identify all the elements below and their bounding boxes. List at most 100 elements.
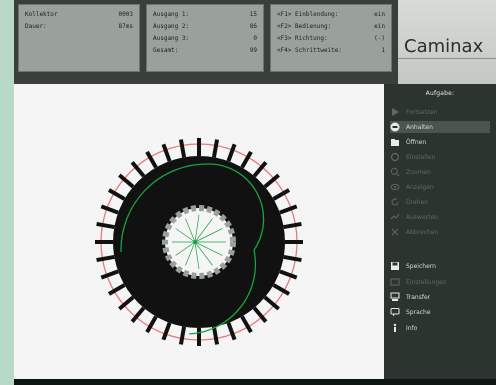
f1-label: <F1> Einblendung: <box>277 11 339 18</box>
total-label: Gesamt: <box>153 47 179 54</box>
collector-value: 0003 <box>118 11 133 18</box>
sidebar-item-label: Auswerten <box>406 213 438 221</box>
status-row: Ausgang 3: 0 <box>153 33 257 45</box>
sidebar-item-fortsetzen: Fortsetzen <box>390 106 490 118</box>
status-panel-functions: <F1> Einblendung: ein <F2> Bedienung: ei… <box>270 4 392 72</box>
duration-value: 87ms <box>118 23 133 30</box>
header-bar: Kollektor 0003 Dauer: 87ms Ausgang 1: 15… <box>14 0 496 84</box>
bottom-status-bar <box>14 379 496 385</box>
sidebar-item-transfer[interactable]: Transfer <box>390 291 490 303</box>
stop-icon <box>390 122 400 132</box>
status-row: Dauer: 87ms <box>25 21 133 33</box>
sidebar-item-einstellungen: Einstellungen <box>390 276 490 288</box>
gear-tooth <box>283 254 302 263</box>
gear-tooth <box>226 322 237 341</box>
total-value: 99 <box>249 47 257 54</box>
gear-tooth <box>161 143 172 162</box>
inspection-canvas[interactable] <box>14 84 384 385</box>
gear-tooth <box>96 221 115 230</box>
sidebar-item-label: Öffnen <box>406 138 427 146</box>
evaluate-icon <box>390 212 400 222</box>
collector-gear-graphic <box>95 138 303 346</box>
function-row: <F2> Bedienung: ein <box>277 21 385 33</box>
sidebar-item-label: Anhalten <box>406 123 433 131</box>
duration-label: Dauer: <box>25 23 47 30</box>
output1-value: 15 <box>249 11 257 18</box>
function-row: <F3> Richtung: (-) <box>277 33 385 45</box>
sidebar-item-einstellen: Einstellen <box>390 151 490 163</box>
view-icon <box>390 182 400 192</box>
status-row: Kollektor 0003 <box>25 9 133 21</box>
f2-label: <F2> Bedienung: <box>277 23 332 30</box>
app-window: Kollektor 0003 Dauer: 87ms Ausgang 1: 15… <box>14 0 496 385</box>
info-icon <box>390 323 400 333</box>
gear-tooth <box>279 204 298 215</box>
f4-value: 1 <box>381 47 385 54</box>
sidebar-item-auswerten: Auswerten <box>390 211 490 223</box>
folder-open-icon <box>390 137 400 147</box>
gear-tooth <box>178 139 187 158</box>
status-row: Ausgang 1: 15 <box>153 9 257 21</box>
sidebar-item-label: Speichern <box>406 262 436 270</box>
gear-tooth <box>279 269 298 280</box>
green-center-point <box>193 240 197 244</box>
sidebar-item-label: Sprache <box>406 308 431 316</box>
f3-value: (-) <box>374 35 385 42</box>
gear-tooth <box>226 143 237 162</box>
rotate-icon <box>390 197 400 207</box>
gear-tooth <box>96 254 115 263</box>
sidebar-item-info[interactable]: Info <box>390 322 490 334</box>
output3-value: 0 <box>253 35 257 42</box>
sidebar-item-sprache[interactable]: Sprache <box>390 306 490 318</box>
status-row: Ausgang 2: 86 <box>153 21 257 33</box>
sidebar-item-zoomen: Zoomen <box>390 166 490 178</box>
sidebar-item-label: Fortsetzen <box>406 108 438 116</box>
sidebar-item-label: Einstellungen <box>406 278 447 286</box>
zoom-icon <box>390 167 400 177</box>
sidebar-item-label: Abbrechen <box>406 228 439 236</box>
sidebar-item-speichern[interactable]: Speichern <box>390 260 490 272</box>
transfer-icon <box>390 292 400 302</box>
sidebar-item-label: Transfer <box>406 293 431 301</box>
brand-underline <box>398 58 496 59</box>
sidebar-item-anzeigen: Anzeigen <box>390 181 490 193</box>
sidebar-item-drehen: Drehen <box>390 196 490 208</box>
task-sidebar: Aufgabe: Fortsetzen Anhalten Öffnen Eins… <box>384 84 496 385</box>
status-panel-outputs: Ausgang 1: 15 Ausgang 2: 86 Ausgang 3: 0… <box>146 4 264 72</box>
f2-value: ein <box>374 23 385 30</box>
options-icon <box>390 277 400 287</box>
f1-value: ein <box>374 11 385 18</box>
cancel-icon <box>390 227 400 237</box>
gear-tooth <box>100 269 119 280</box>
output2-value: 86 <box>249 23 257 30</box>
gear-tooth <box>178 326 187 345</box>
save-icon <box>390 261 400 271</box>
sidebar-item-abbrechen: Abbrechen <box>390 226 490 238</box>
gear-tooth <box>211 326 220 345</box>
f3-label: <F3> Richtung: <box>277 35 328 42</box>
brand-wordmark: Caminax <box>404 36 484 57</box>
settings-icon <box>390 152 400 162</box>
function-row: <F4> Schrittweite: 1 <box>277 45 385 57</box>
sidebar-item-label: Anzeigen <box>406 183 434 191</box>
f4-label: <F4> Schrittweite: <box>277 47 343 54</box>
sidebar-item-label: Drehen <box>406 198 428 206</box>
output2-label: Ausgang 2: <box>153 23 190 30</box>
output1-label: Ausgang 1: <box>153 11 190 18</box>
sidebar-item-anhalten[interactable]: Anhalten <box>390 121 490 133</box>
gear-tooth <box>100 204 119 215</box>
play-icon <box>390 107 400 117</box>
sidebar-item-label: Info <box>406 324 418 332</box>
gear-tooth <box>161 322 172 341</box>
status-row: Gesamt: 99 <box>153 45 257 57</box>
output3-label: Ausgang 3: <box>153 35 190 42</box>
collector-label: Kollektor <box>25 11 58 18</box>
sidebar-item-label: Einstellen <box>406 153 436 161</box>
language-icon <box>390 307 400 317</box>
function-row: <F1> Einblendung: ein <box>277 9 385 21</box>
sidebar-item-label: Zoomen <box>406 168 431 176</box>
gear-tooth <box>283 221 302 230</box>
sidebar-title: Aufgabe: <box>425 90 455 97</box>
gear-group <box>95 138 303 346</box>
sidebar-item-oeffnen[interactable]: Öffnen <box>390 136 490 148</box>
